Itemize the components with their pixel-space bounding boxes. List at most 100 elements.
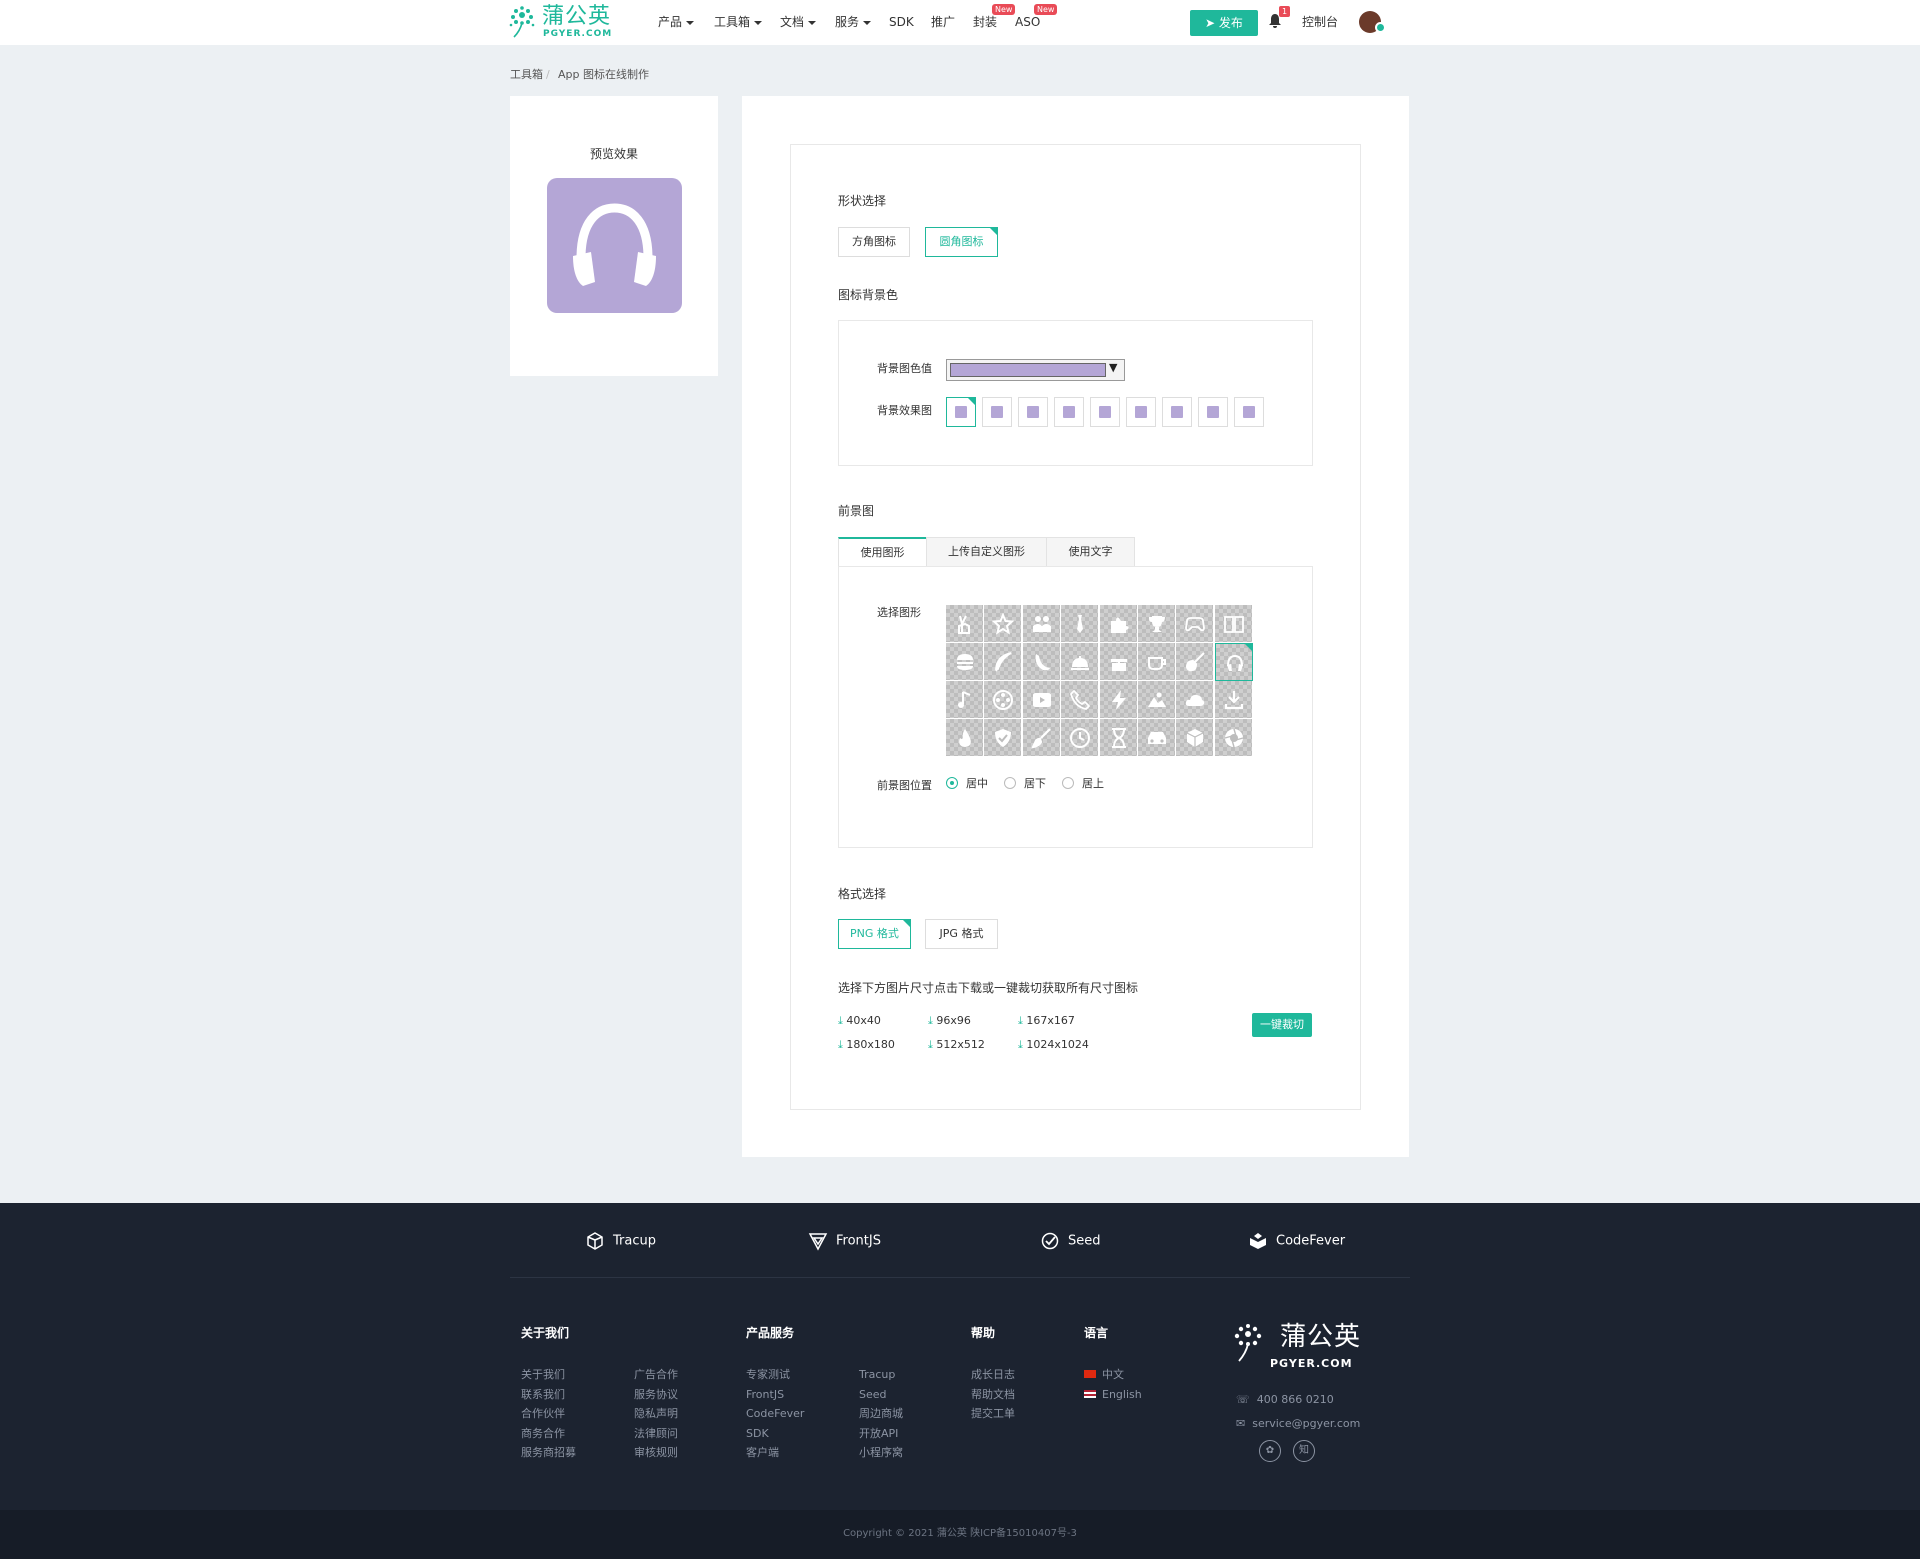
breadcrumb-toolbox[interactable]: 工具箱 (510, 68, 543, 82)
footer-services-link[interactable]: 专家测试 (746, 1368, 790, 1382)
bg-effect-option[interactable] (946, 397, 976, 427)
footer-about-link[interactable]: 合作伙伴 (521, 1407, 565, 1421)
nav-docs[interactable]: 文档 (780, 14, 817, 30)
nav-toolbox[interactable]: 工具箱 (714, 14, 763, 30)
lang-zh[interactable]: 中文 (1084, 1368, 1124, 1382)
footer-services-link[interactable]: SDK (746, 1427, 769, 1441)
shape-option-peace[interactable] (946, 605, 984, 643)
bg-effect-option[interactable] (1090, 397, 1120, 427)
logo-text[interactable]: 蒲公英 (542, 5, 611, 29)
bg-effect-option[interactable] (1198, 397, 1228, 427)
shape-option-sunrise[interactable] (1138, 681, 1176, 719)
footer-help-link[interactable]: 帮助文档 (971, 1388, 1015, 1402)
png-format-option[interactable]: PNG 格式 (838, 919, 911, 949)
footer-services-link[interactable]: 客户端 (746, 1446, 779, 1460)
bg-effect-option[interactable] (1054, 397, 1084, 427)
position-top-label[interactable]: 居上 (1082, 777, 1104, 791)
shape-option-gamepad[interactable] (1176, 605, 1215, 643)
shape-option-book[interactable] (1214, 605, 1253, 643)
tab-upload-shape[interactable]: 上传自定义图形 (926, 537, 1047, 567)
shape-option-car[interactable] (1138, 719, 1176, 757)
bg-color-picker[interactable]: ▼ (946, 359, 1125, 381)
shape-option-hourglass[interactable] (1099, 719, 1138, 757)
footer-about-link[interactable]: 审核规则 (634, 1446, 678, 1460)
shape-option-phone[interactable] (1061, 681, 1100, 719)
footer-services-link[interactable]: 小程序窝 (859, 1446, 903, 1460)
shape-option-bolt[interactable] (1099, 681, 1138, 719)
jpg-format-option[interactable]: JPG 格式 (925, 919, 998, 949)
download-96[interactable]: ⤓ 96x96 (928, 1014, 971, 1028)
nav-aso[interactable]: ASO (1015, 14, 1040, 30)
product-codefever[interactable]: CodeFever (1248, 1231, 1345, 1251)
email-contact[interactable]: ✉ service@pgyer.com (1236, 1417, 1360, 1431)
square-icon-option[interactable]: 方角图标 (838, 227, 910, 257)
shape-option-download[interactable] (1214, 681, 1253, 719)
shape-option-cube[interactable] (1176, 719, 1215, 757)
lang-en[interactable]: English (1084, 1388, 1142, 1402)
shape-option-gift[interactable] (1099, 643, 1138, 681)
shape-option-trophy[interactable] (1138, 605, 1176, 643)
shape-option-clock[interactable] (1061, 719, 1100, 757)
zhihu-icon[interactable]: 知 (1293, 1440, 1315, 1462)
footer-about-link[interactable]: 隐私声明 (634, 1407, 678, 1421)
position-bottom-radio[interactable] (1004, 777, 1016, 789)
console-link[interactable]: 控制台 (1302, 14, 1338, 30)
shape-option-cloud[interactable] (1176, 681, 1215, 719)
footer-help-link[interactable]: 提交工单 (971, 1407, 1015, 1421)
tab-use-text[interactable]: 使用文字 (1046, 537, 1135, 567)
crop-all-button[interactable]: 一键裁切 (1252, 1013, 1312, 1037)
publish-button[interactable]: ➤ 发布 (1190, 10, 1258, 36)
position-center-label[interactable]: 居中 (966, 777, 988, 791)
footer-services-link[interactable]: 周边商城 (859, 1407, 903, 1421)
bg-effect-option[interactable] (1234, 397, 1264, 427)
shape-option-star[interactable] (984, 605, 1023, 643)
footer-about-link[interactable]: 商务合作 (521, 1427, 565, 1441)
shape-option-headphones[interactable] (1214, 643, 1253, 681)
shape-option-brush[interactable] (1022, 719, 1061, 757)
nav-sdk[interactable]: SDK (889, 14, 914, 30)
footer-about-link[interactable]: 广告合作 (634, 1368, 678, 1382)
position-center-radio[interactable] (946, 777, 958, 789)
shape-option-guitar[interactable] (1176, 643, 1215, 681)
footer-about-link[interactable]: 关于我们 (521, 1368, 565, 1382)
dandelion-logo-icon[interactable] (508, 5, 536, 39)
shape-option-shield[interactable] (984, 719, 1023, 757)
shape-option-cloche[interactable] (1061, 643, 1100, 681)
nav-promotion[interactable]: 推广 (931, 14, 955, 30)
nav-services[interactable]: 服务 (835, 14, 872, 30)
footer-about-link[interactable]: 法律顾问 (634, 1427, 678, 1441)
shape-option-fire[interactable] (946, 719, 984, 757)
product-tracup[interactable]: Tracup (585, 1231, 656, 1251)
footer-services-link[interactable]: 开放API (859, 1427, 898, 1441)
footer-services-link[interactable]: Seed (859, 1388, 887, 1402)
product-seed[interactable]: Seed (1040, 1231, 1101, 1251)
footer-services-link[interactable]: FrontJS (746, 1388, 784, 1402)
shape-option-music[interactable] (946, 681, 984, 719)
tab-use-shape[interactable]: 使用图形 (838, 537, 927, 567)
footer-about-link[interactable]: 服务商招募 (521, 1446, 576, 1460)
bg-effect-option[interactable] (1018, 397, 1048, 427)
wechat-icon[interactable]: ✿ (1259, 1440, 1281, 1462)
footer-help-link[interactable]: 成长日志 (971, 1368, 1015, 1382)
shape-option-burger[interactable] (946, 643, 984, 681)
download-512[interactable]: ⤓ 512x512 (928, 1038, 985, 1052)
product-frontjs[interactable]: FrontJS (808, 1231, 881, 1251)
nav-packaging[interactable]: 封装 (973, 14, 997, 30)
shape-option-tie[interactable] (1061, 605, 1100, 643)
download-1024[interactable]: ⤓ 1024x1024 (1018, 1038, 1089, 1052)
shape-option-puzzle[interactable] (1099, 605, 1138, 643)
shape-option-people[interactable] (1022, 605, 1061, 643)
shape-option-banana[interactable] (1022, 643, 1061, 681)
shape-option-coffee[interactable] (1138, 643, 1176, 681)
footer-about-link[interactable]: 服务协议 (634, 1388, 678, 1402)
download-167[interactable]: ⤓ 167x167 (1018, 1014, 1075, 1028)
footer-services-link[interactable]: Tracup (859, 1368, 895, 1382)
shape-option-aperture[interactable] (1214, 719, 1253, 757)
footer-about-link[interactable]: 联系我们 (521, 1388, 565, 1402)
nav-products[interactable]: 产品 (658, 14, 695, 30)
bg-effect-option[interactable] (982, 397, 1012, 427)
shape-option-film-reel[interactable] (984, 681, 1023, 719)
position-bottom-label[interactable]: 居下 (1024, 777, 1046, 791)
shape-option-youtube[interactable] (1022, 681, 1061, 719)
footer-services-link[interactable]: CodeFever (746, 1407, 804, 1421)
